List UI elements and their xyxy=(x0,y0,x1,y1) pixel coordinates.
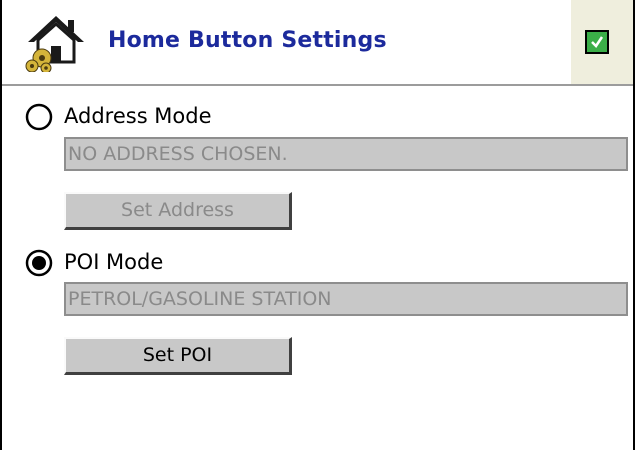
set-poi-button[interactable]: Set POI xyxy=(64,337,292,375)
home-settings-icon xyxy=(24,12,88,74)
ok-area xyxy=(571,0,633,84)
address-field: NO ADDRESS CHOSEN. xyxy=(64,137,628,171)
address-mode-label: Address Mode xyxy=(64,104,212,128)
poi-field: PETROL/GASOLINE STATION xyxy=(64,282,628,316)
poi-mode-label: POI Mode xyxy=(64,250,164,274)
page-title: Home Button Settings xyxy=(108,28,387,53)
set-address-button[interactable]: Set Address xyxy=(64,192,292,230)
checkmark-icon xyxy=(591,36,604,48)
title-bar: Home Button Settings xyxy=(2,0,633,86)
address-mode-radio[interactable] xyxy=(24,102,54,132)
ok-button[interactable] xyxy=(585,30,609,54)
poi-mode-radio[interactable] xyxy=(24,248,54,278)
